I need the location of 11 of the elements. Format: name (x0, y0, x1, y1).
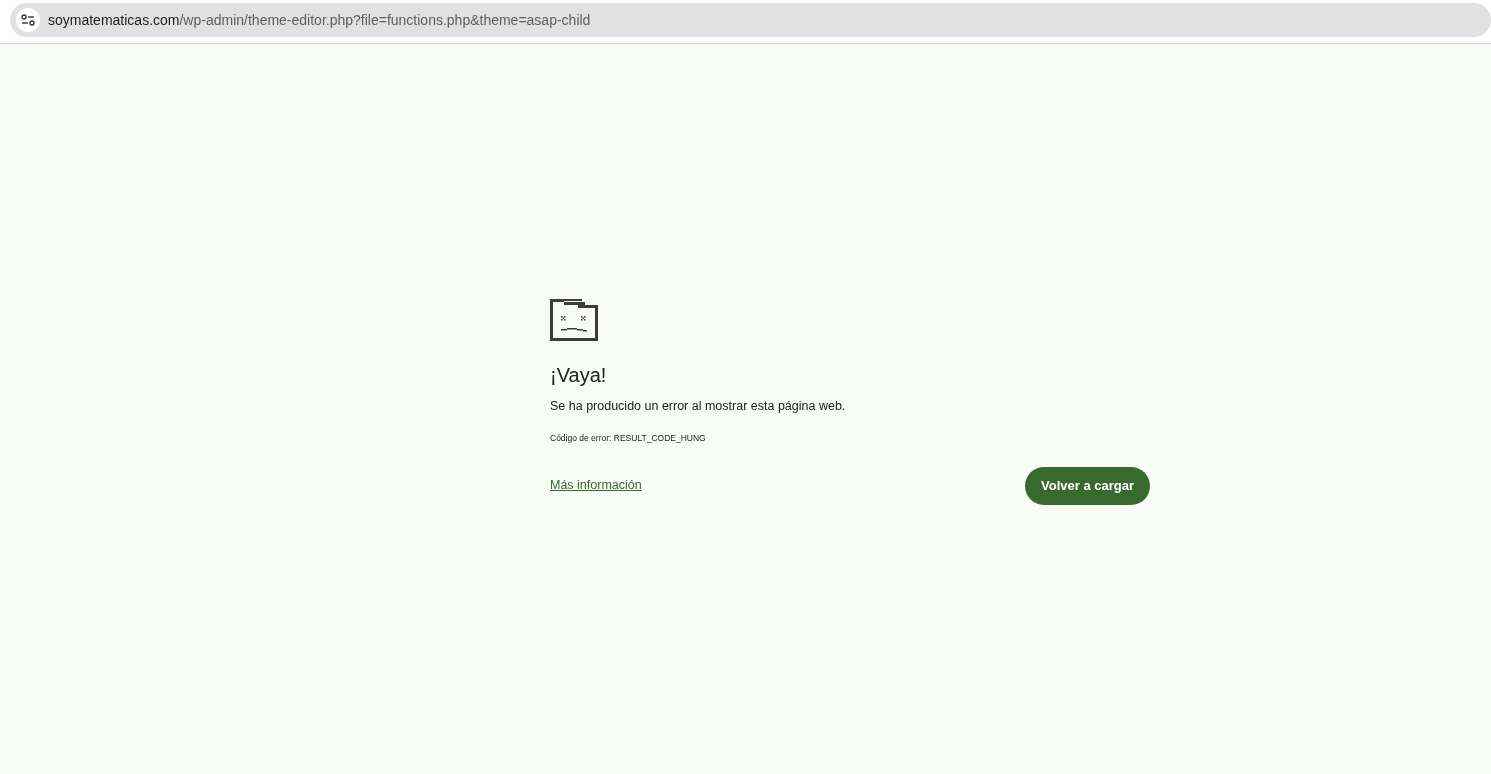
url-path: /wp-admin/theme-editor.php?file=functions.php&theme=asap-child (179, 11, 591, 28)
error-heading: ¡Vaya! (550, 363, 608, 387)
sad-folder-icon (550, 299, 598, 341)
error-code: Código de error: RESULT_CODE_HUNG (550, 431, 707, 445)
url-host: soymatematicas.com (48, 11, 180, 28)
site-settings-button[interactable] (16, 8, 40, 32)
sliders-icon (21, 14, 35, 26)
error-message: Se ha producido un error al mostrar esta página web. (550, 398, 847, 415)
more-info-link[interactable]: Más información (550, 476, 642, 495)
address-bar[interactable]: soymatematicas.com/wp-admin/theme-editor.php?file=functions.php&theme=asap-child (10, 3, 1491, 37)
reload-button[interactable]: Volver a cargar (1025, 466, 1150, 505)
